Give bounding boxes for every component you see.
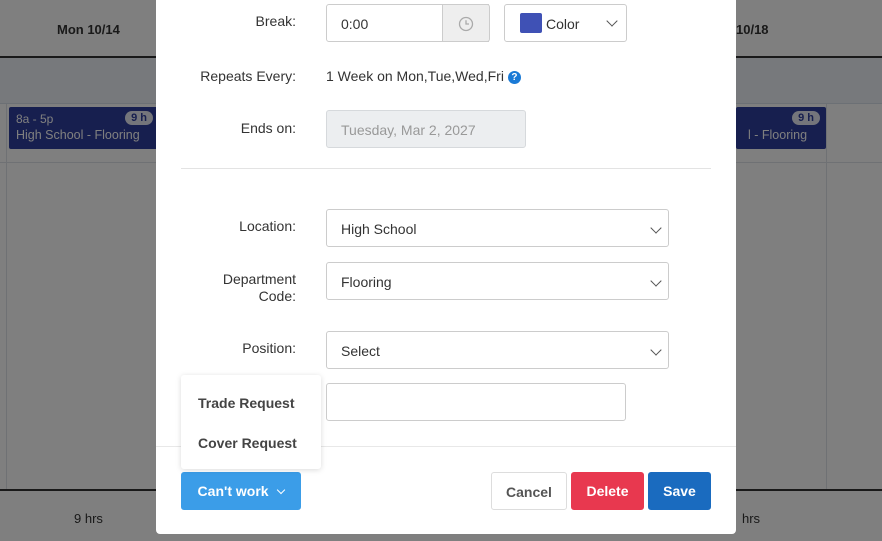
chevron-down-icon (277, 485, 286, 495)
chevron-down-icon (650, 275, 662, 287)
delete-button[interactable]: Delete (571, 472, 644, 510)
repeats-value: 1 Week on Mon,Tue,Wed,Fri? (326, 68, 521, 84)
section-divider (181, 168, 711, 169)
department-value: Flooring (341, 274, 392, 290)
color-label: Color (546, 16, 580, 32)
menu-item-trade-request[interactable]: Trade Request (198, 395, 294, 411)
color-swatch (520, 13, 542, 33)
help-icon[interactable]: ? (507, 71, 521, 84)
department-label-line2: Code: (258, 288, 296, 304)
menu-item-cover-request[interactable]: Cover Request (198, 435, 297, 451)
ends-on-input[interactable]: Tuesday, Mar 2, 2027 (326, 110, 526, 148)
ends-on-value: Tuesday, Mar 2, 2027 (341, 122, 476, 138)
chevron-down-icon (650, 344, 662, 356)
cant-work-label: Can't work (197, 483, 269, 499)
location-value: High School (341, 221, 417, 237)
repeats-label: Repeats Every: (200, 68, 296, 84)
department-label-line1: Department (222, 271, 296, 287)
location-label: Location: (239, 218, 296, 234)
cancel-button[interactable]: Cancel (491, 472, 567, 510)
cant-work-menu: Trade Request Cover Request (181, 375, 321, 469)
save-button[interactable]: Save (648, 472, 711, 510)
break-label: Break: (255, 13, 296, 29)
location-select[interactable]: High School (326, 209, 669, 247)
department-label: Department Code: (156, 271, 296, 305)
position-label: Position: (242, 340, 296, 356)
department-select[interactable]: Flooring (326, 262, 669, 300)
ends-on-label: Ends on: (240, 120, 296, 136)
cant-work-button[interactable]: Can't work (181, 472, 301, 510)
clock-addon[interactable] (442, 4, 490, 42)
clock-icon (458, 16, 474, 32)
repeats-text: 1 Week on Mon,Tue,Wed,Fri (326, 68, 504, 84)
break-value: 0:00 (341, 16, 369, 32)
position-select[interactable]: Select (326, 331, 669, 369)
position-value: Select (341, 343, 380, 359)
color-select[interactable]: Color (504, 4, 627, 42)
chevron-down-icon (650, 222, 662, 234)
notes-input[interactable] (326, 383, 626, 421)
chevron-down-icon (606, 15, 618, 27)
